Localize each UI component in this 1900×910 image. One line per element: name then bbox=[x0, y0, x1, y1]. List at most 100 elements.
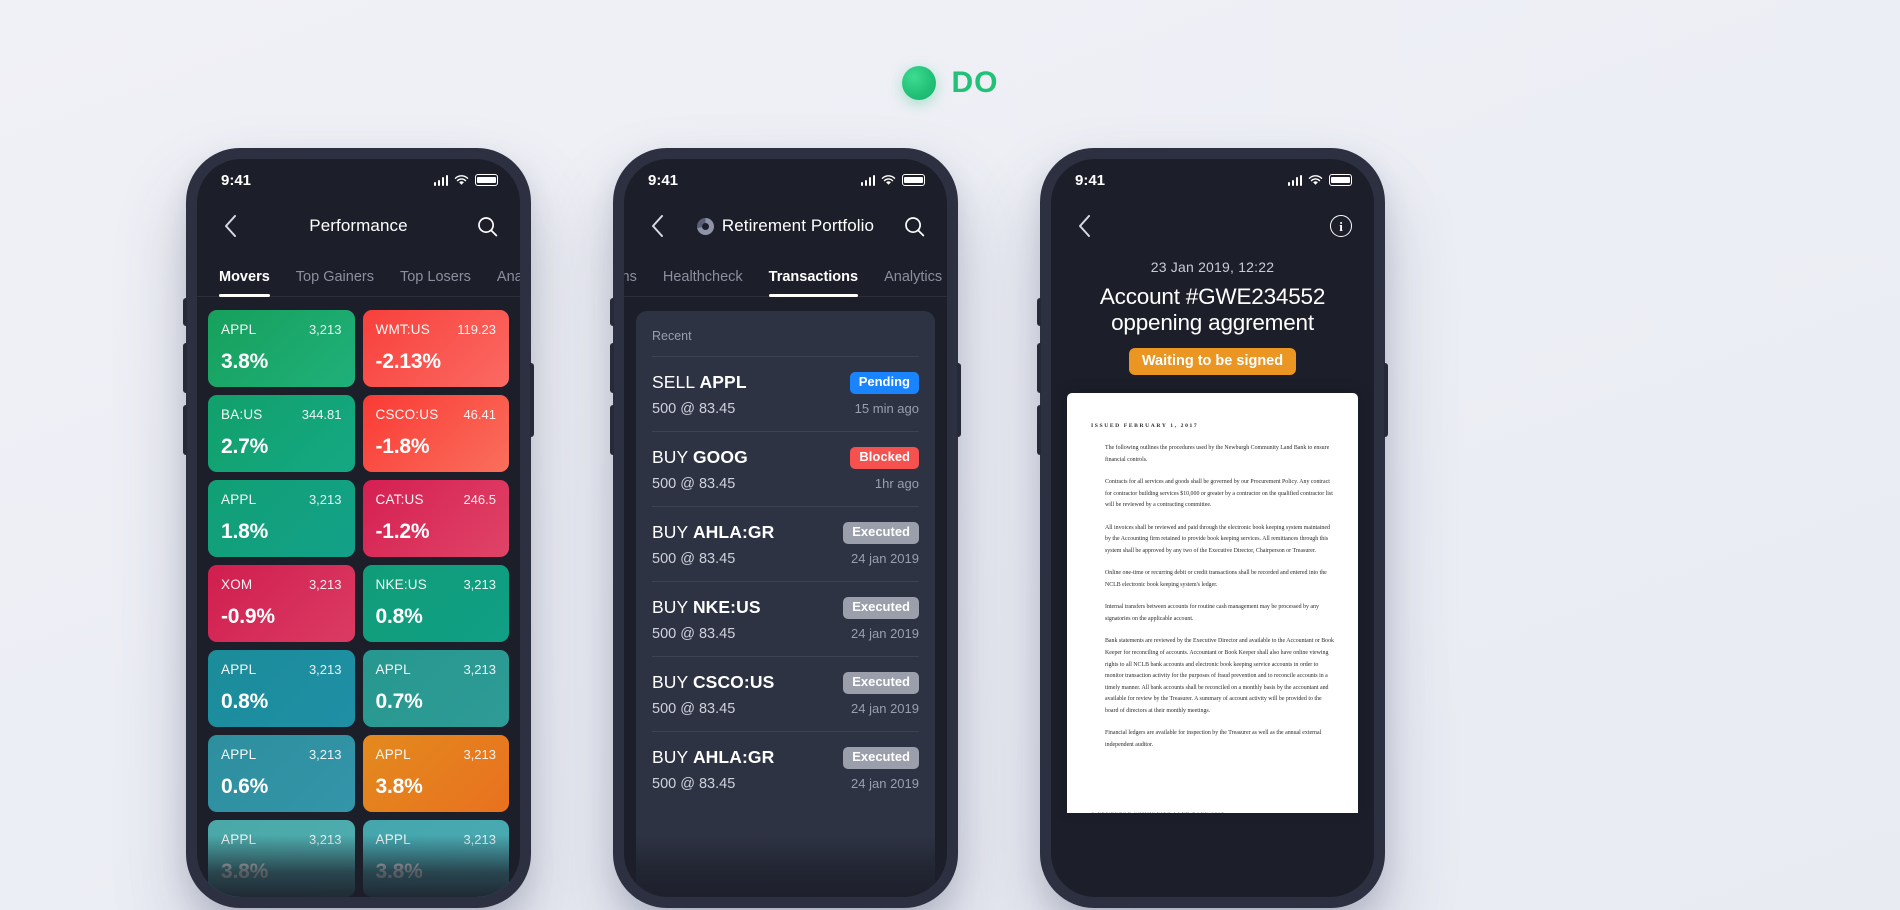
wifi-icon bbox=[881, 174, 896, 185]
brand-dot-icon bbox=[901, 66, 936, 100]
search-button[interactable] bbox=[901, 213, 927, 239]
document-paragraph: Contracts for all services and goods sha… bbox=[1105, 479, 1333, 509]
transaction-title: BUY GOOG bbox=[652, 447, 748, 468]
back-button[interactable] bbox=[644, 213, 670, 239]
transaction-row[interactable]: BUY AHLA:GR Executed 500 @ 83.45 24 jan 201… bbox=[652, 730, 919, 806]
transaction-row[interactable]: BUY CSCO:US Executed 500 @ 83.45 24 jan 201… bbox=[652, 655, 919, 731]
section-label: Recent bbox=[652, 329, 692, 343]
mover-tile[interactable]: BA:US 344.81 2.7% bbox=[208, 395, 355, 472]
mover-percent: 0.8% bbox=[375, 605, 423, 628]
transaction-symbol: AHLA:GR bbox=[692, 747, 775, 768]
tab-top-losers[interactable]: Top Losers bbox=[400, 269, 471, 296]
status-time: 9:41 bbox=[648, 171, 679, 189]
phone-performance: 9:41 Performance Movers Top Gainers Top … bbox=[183, 148, 534, 908]
tab-movers[interactable]: Movers bbox=[219, 269, 270, 297]
mover-tile[interactable]: APPL 3,213 1.8% bbox=[208, 480, 355, 557]
mover-value: 3,213 bbox=[308, 577, 342, 592]
tab-top-gainers[interactable]: Top Gainers bbox=[296, 269, 374, 296]
battery-icon bbox=[475, 174, 498, 186]
mover-tile[interactable]: XOM 3,213 -0.9% bbox=[208, 565, 355, 642]
tab-analytics[interactable]: Analytics bbox=[884, 269, 942, 296]
transaction-action: BUY bbox=[652, 747, 688, 768]
info-button[interactable]: i bbox=[1328, 213, 1354, 239]
transaction-detail: 500 @ 83.45 bbox=[652, 625, 736, 642]
transaction-title: BUY CSCO:US bbox=[652, 672, 774, 693]
cellular-signal-icon bbox=[860, 174, 875, 186]
transaction-status-badge: Pending bbox=[849, 372, 919, 394]
transaction-row[interactable]: BUY AHLA:GR Executed 500 @ 83.45 24 jan 201… bbox=[652, 505, 919, 581]
transaction-action: BUY bbox=[652, 522, 688, 543]
mover-symbol: APPL bbox=[221, 662, 257, 677]
mover-percent: 2.7% bbox=[221, 435, 269, 458]
transactions-list: SELL APPL Pending 500 @ 83.45 15 min ago BUY… bbox=[652, 356, 919, 806]
transaction-row[interactable]: SELL APPL Pending 500 @ 83.45 15 min ago bbox=[652, 356, 919, 431]
mover-tile[interactable]: APPL 3,213 0.7% bbox=[362, 650, 509, 727]
transaction-title: BUY AHLA:GR bbox=[652, 747, 774, 768]
transaction-row[interactable]: BUY GOOG Blocked 500 @ 83.45 1hr ago bbox=[652, 430, 919, 506]
transaction-title: SELL APPL bbox=[652, 372, 747, 393]
mover-symbol: CSCO:US bbox=[375, 407, 439, 422]
showcase-stage: DO 9:41 Performance Movers Top Gainers T… bbox=[0, 0, 1900, 910]
back-button[interactable] bbox=[1071, 213, 1097, 239]
transaction-symbol: CSCO:US bbox=[692, 672, 775, 693]
phone-document: 9:41 i 23 Jan 2019, 12:22 Account #GWE23… bbox=[1037, 148, 1388, 908]
mover-symbol: APPL bbox=[221, 322, 257, 337]
document-preview[interactable]: ISSUED FEBRUARY 1, 2017 The following ou… bbox=[1067, 393, 1358, 814]
status-bar: 9:41 bbox=[197, 159, 520, 201]
battery-icon bbox=[1329, 174, 1352, 186]
mover-tile[interactable]: APPL 3,213 0.8% bbox=[208, 650, 355, 727]
mover-value: 46.41 bbox=[463, 407, 496, 422]
mover-percent: 3.8% bbox=[221, 860, 269, 883]
mover-value: 246.5 bbox=[463, 492, 496, 507]
brand-name: DO bbox=[951, 66, 999, 99]
mover-tile[interactable]: APPL 3,213 3.8% bbox=[362, 735, 509, 812]
mover-percent: -2.13% bbox=[375, 350, 442, 373]
transaction-title: BUY AHLA:GR bbox=[652, 522, 774, 543]
mover-percent: 3.8% bbox=[375, 860, 423, 883]
mover-tile[interactable]: APPL 3,213 0.6% bbox=[208, 735, 355, 812]
transaction-status-badge: Executed bbox=[843, 521, 919, 544]
mover-tile[interactable]: APPL 3,213 3.8% bbox=[208, 310, 355, 387]
mover-percent: -1.8% bbox=[375, 435, 430, 458]
tab-healthcheck[interactable]: Healthcheck bbox=[663, 269, 743, 296]
document-body: The following outlines the procedures us… bbox=[1091, 443, 1334, 751]
back-button[interactable] bbox=[217, 213, 243, 239]
tab-transactions[interactable]: Transactions bbox=[768, 269, 859, 297]
document-paragraph: Online one-time or recurring debit or cr… bbox=[1105, 570, 1327, 588]
transaction-detail: 500 @ 83.45 bbox=[652, 400, 736, 417]
transactions-panel: Recent SELL APPL Pending 500 @ 83.45 15 min… bbox=[624, 297, 947, 897]
mover-symbol: WMT:US bbox=[375, 322, 430, 337]
mover-tile[interactable]: CAT:US 246.5 -1.2% bbox=[362, 480, 509, 557]
phone2-tabs: Positions Healthcheck Transactions Analytic… bbox=[624, 251, 947, 297]
transaction-row[interactable]: BUY NKE:US Executed 500 @ 83.45 24 jan 2019 bbox=[652, 580, 919, 656]
mover-percent: 0.7% bbox=[375, 690, 423, 713]
mover-symbol: APPL bbox=[221, 747, 257, 762]
mover-value: 3,213 bbox=[463, 832, 496, 847]
tab-positions[interactable]: Positions bbox=[624, 269, 637, 296]
tab-analytics[interactable]: Analytics bbox=[497, 269, 520, 296]
transactions-card: Recent SELL APPL Pending 500 @ 83.45 15 min… bbox=[636, 311, 935, 897]
mover-value: 119.23 bbox=[457, 322, 496, 337]
phone1-screen: 9:41 Performance Movers Top Gainers Top … bbox=[197, 159, 520, 897]
mover-tile[interactable]: CSCO:US 46.41 -1.8% bbox=[362, 395, 509, 472]
document-paragraph: Bank statements are reviewed by the Exec… bbox=[1105, 638, 1334, 714]
transaction-status-badge: Executed bbox=[843, 671, 919, 694]
mover-value: 3,213 bbox=[308, 322, 342, 337]
mover-percent: 0.8% bbox=[221, 690, 269, 713]
mover-value: 3,213 bbox=[463, 577, 496, 592]
transaction-action: BUY bbox=[652, 597, 688, 618]
status-bar: 9:41 bbox=[624, 159, 947, 201]
phone3-screen: 9:41 i 23 Jan 2019, 12:22 Account #GWE23… bbox=[1051, 159, 1374, 897]
mover-percent: 3.8% bbox=[375, 775, 423, 798]
search-button[interactable] bbox=[474, 213, 500, 239]
mover-tile[interactable]: APPL 3,213 3.8% bbox=[208, 820, 355, 897]
document-footer: © NEWBURGH COMMUNITY LAND BANK 2017 bbox=[1091, 811, 1334, 813]
mover-tile[interactable]: APPL 3,213 3.8% bbox=[362, 820, 509, 897]
donut-chart-icon bbox=[696, 217, 714, 235]
wifi-icon bbox=[1308, 174, 1323, 185]
mover-tile[interactable]: NKE:US 3,213 0.8% bbox=[362, 565, 509, 642]
mover-tile[interactable]: WMT:US 119.23 -2.13% bbox=[362, 310, 509, 387]
mover-percent: -0.9% bbox=[221, 605, 275, 628]
status-bar: 9:41 bbox=[1051, 159, 1374, 201]
transaction-time: 24 jan 2019 bbox=[851, 625, 919, 641]
